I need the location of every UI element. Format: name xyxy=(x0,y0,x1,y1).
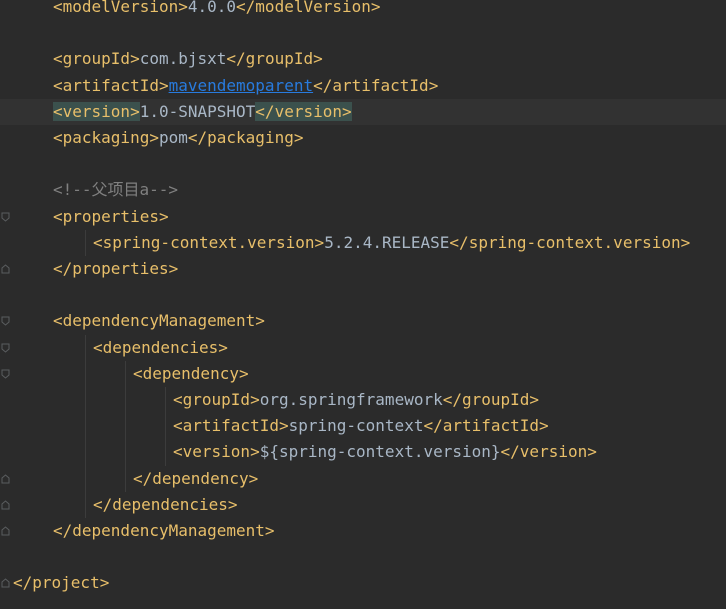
xml-text-value: com.bjsxt xyxy=(139,49,227,69)
xml-tag: <dependencyManagement> xyxy=(53,311,265,331)
code-line[interactable]: <properties> xyxy=(0,204,726,230)
xml-tag: </dependencyManagement> xyxy=(53,521,275,540)
xml-close-tag: </packaging> xyxy=(187,128,304,147)
fold-marker-open-icon[interactable] xyxy=(1,316,10,327)
code-line[interactable]: </dependencies> xyxy=(0,492,726,518)
code-line[interactable]: <groupId>com.bjsxt</groupId> xyxy=(0,46,726,72)
code-line[interactable]: <version>${spring-context.version}</vers… xyxy=(0,439,726,465)
code-line[interactable]: </dependency> xyxy=(0,466,726,492)
xml-close-tag: </artifactId> xyxy=(423,416,549,436)
code-line[interactable]: <version>1.0-SNAPSHOT</version> xyxy=(0,98,726,125)
xml-text-value: ${spring-context.version} xyxy=(259,442,501,462)
code-line[interactable] xyxy=(0,20,726,46)
code-content: </dependencyManagement> xyxy=(53,518,275,544)
code-line[interactable]: <artifactId>spring-context</artifactId> xyxy=(0,413,726,439)
xml-close-tag: </spring-context.version> xyxy=(449,232,691,252)
fold-marker-close-icon[interactable] xyxy=(1,526,10,536)
code-content: <properties> xyxy=(53,204,169,230)
fold-marker-close-icon[interactable] xyxy=(1,500,10,510)
xml-close-tag: </artifactId> xyxy=(313,75,439,95)
code-content: <dependencies> xyxy=(93,335,228,361)
fold-marker-open-icon[interactable] xyxy=(1,212,10,222)
code-content: <modelVersion>4.0.0</modelVersion> xyxy=(53,0,381,20)
xml-tag: <properties> xyxy=(53,206,169,226)
fold-marker-open-icon[interactable] xyxy=(1,343,10,353)
xml-open-tag: <version> xyxy=(53,101,140,121)
xml-text-value: pom xyxy=(158,128,188,147)
xml-text-value: org.springframework xyxy=(259,390,443,409)
code-line[interactable]: <spring-context.version>5.2.4.RELEASE</s… xyxy=(0,230,726,256)
code-line[interactable]: <modelVersion>4.0.0</modelVersion> xyxy=(0,0,726,20)
fold-marker-close-icon[interactable] xyxy=(1,264,10,274)
fold-marker-close-icon[interactable] xyxy=(1,473,10,484)
xml-tag: <dependencies> xyxy=(93,337,228,357)
code-content: </dependency> xyxy=(133,466,258,492)
xml-text-value: 1.0-SNAPSHOT xyxy=(139,101,256,121)
xml-open-tag: <groupId> xyxy=(173,390,260,409)
code-line[interactable] xyxy=(0,282,726,308)
code-content: <dependencyManagement> xyxy=(53,308,265,334)
xml-text-value: spring-context xyxy=(288,416,424,436)
code-content: <artifactId>spring-context</artifactId> xyxy=(173,413,549,439)
code-content: </properties> xyxy=(53,256,178,282)
xml-tag: </dependencies> xyxy=(93,494,238,514)
code-editor[interactable]: <modelVersion>4.0.0</modelVersion> <group… xyxy=(0,0,726,609)
code-line[interactable]: </dependencyManagement> xyxy=(0,518,726,544)
xml-open-tag: <groupId> xyxy=(53,49,140,69)
xml-open-tag: <artifactId> xyxy=(173,416,289,436)
xml-tag: </dependency> xyxy=(133,468,259,488)
code-line[interactable]: <dependency> xyxy=(0,361,726,387)
xml-open-tag: <packaging> xyxy=(53,128,159,147)
code-content: <version>${spring-context.version}</vers… xyxy=(173,439,597,465)
code-content: <!--父项目a--> xyxy=(53,177,178,203)
code-content: </project> xyxy=(13,570,109,596)
code-line[interactable] xyxy=(0,544,726,570)
code-content: <dependency> xyxy=(133,361,249,387)
xml-text-value: mavendemoparent xyxy=(168,75,314,95)
xml-comment: <!--父项目a--> xyxy=(53,180,179,200)
xml-close-tag: </modelVersion> xyxy=(236,0,381,16)
fold-marker-open-icon[interactable] xyxy=(1,369,10,379)
xml-open-tag: <version> xyxy=(173,442,260,462)
code-line[interactable]: <groupId>org.springframework</groupId> xyxy=(0,387,726,413)
xml-close-tag: </version> xyxy=(255,101,352,121)
xml-open-tag: <artifactId> xyxy=(53,75,169,95)
code-line[interactable]: <!--父项目a--> xyxy=(0,177,726,203)
fold-marker-close-icon[interactable] xyxy=(1,578,10,588)
code-content: <version>1.0-SNAPSHOT</version> xyxy=(53,99,352,125)
code-content: <artifactId>mavendemoparent</artifactId> xyxy=(53,73,438,99)
code-line[interactable] xyxy=(0,151,726,177)
code-content: </dependencies> xyxy=(93,492,238,518)
xml-open-tag: <modelVersion> xyxy=(53,0,188,16)
code-line[interactable]: <packaging>pom</packaging> xyxy=(0,125,726,151)
xml-text-value: 5.2.4.RELEASE xyxy=(324,232,450,252)
indent-guide xyxy=(85,334,86,518)
indent-guide xyxy=(165,387,166,466)
xml-close-tag: </groupId> xyxy=(442,390,540,409)
xml-open-tag: <spring-context.version> xyxy=(93,232,325,252)
xml-close-tag: </groupId> xyxy=(226,49,323,69)
code-line[interactable]: <artifactId>mavendemoparent</artifactId> xyxy=(0,73,726,99)
code-content: <groupId>com.bjsxt</groupId> xyxy=(53,46,323,72)
xml-text-value: 4.0.0 xyxy=(187,0,237,16)
xml-close-tag: </version> xyxy=(500,442,597,462)
indent-guide xyxy=(85,229,86,256)
code-line[interactable]: </project> xyxy=(0,570,726,596)
xml-tag: <dependency> xyxy=(133,363,249,383)
code-content: <groupId>org.springframework</groupId> xyxy=(173,387,539,413)
code-line[interactable]: <dependencyManagement> xyxy=(0,308,726,334)
xml-tag: </properties> xyxy=(53,259,179,278)
xml-tag: </project> xyxy=(13,573,110,593)
indent-guide xyxy=(125,360,126,492)
code-line[interactable]: <dependencies> xyxy=(0,335,726,361)
code-content: <packaging>pom</packaging> xyxy=(53,125,303,151)
code-line[interactable]: </properties> xyxy=(0,256,726,282)
code-content: <spring-context.version>5.2.4.RELEASE</s… xyxy=(93,230,690,256)
